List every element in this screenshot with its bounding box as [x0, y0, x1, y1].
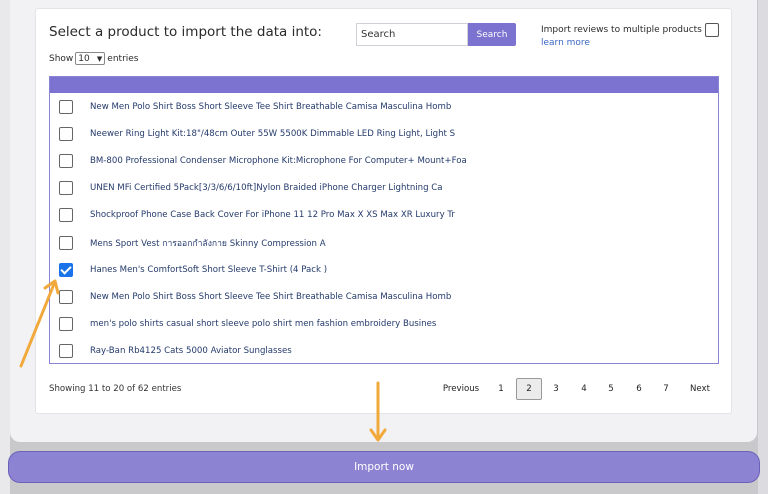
products-table: New Men Polo Shirt Boss Short Sleeve Tee…	[49, 76, 719, 364]
pagination-page-3[interactable]: 3	[550, 378, 562, 400]
table-row[interactable]: Hanes Men's ComfortSoft Short Sleeve T-S…	[50, 256, 718, 283]
pagination-page-4[interactable]: 4	[578, 378, 590, 400]
product-name: Hanes Men's ComfortSoft Short Sleeve T-S…	[90, 264, 328, 275]
pagination-next[interactable]: Next	[686, 378, 714, 400]
table-row[interactable]: New Men Polo Shirt Boss Short Sleeve Tee…	[50, 93, 718, 120]
entries-label: entries	[107, 53, 139, 64]
row-checkbox[interactable]	[59, 99, 73, 114]
pagination-page-7[interactable]: 7	[660, 378, 672, 400]
pagination-previous[interactable]: Previous	[437, 378, 485, 400]
background-left	[0, 0, 10, 494]
row-checkbox[interactable]	[59, 153, 73, 168]
show-label: Show	[49, 53, 74, 64]
row-checkbox[interactable]	[59, 181, 73, 196]
product-name: UNEN MFi Certified 5Pack[3/3/6/6/10ft]Ny…	[90, 183, 443, 194]
dialog-heading: Select a product to import the data into…	[49, 24, 322, 40]
entries-select[interactable]: 10 ▼	[75, 52, 106, 65]
annotation-arrow-import	[369, 381, 387, 442]
pagination-page-2[interactable]: 2	[516, 378, 542, 400]
import-reviews-label: Import reviews to multiple products	[541, 25, 702, 35]
table-row[interactable]: Neewer Ring Light Kit:18"/48cm Outer 55W…	[50, 120, 718, 147]
table-row[interactable]: Mens Sport Vest การออกกำลังกาย Skinny Co…	[50, 229, 718, 256]
table-row[interactable]: Shockproof Phone Case Back Cover For iPh…	[50, 202, 718, 229]
import-now-button[interactable]: Import now	[8, 451, 760, 483]
product-name: Ray-Ban Rb4125 Cats 5000 Aviator Sunglas…	[90, 346, 292, 357]
product-name: men's polo shirts casual short sleeve po…	[90, 319, 437, 330]
row-checkbox[interactable]	[59, 126, 73, 141]
table-row[interactable]: Ray-Ban Rb4125 Cats 5000 Aviator Sunglas…	[50, 338, 718, 365]
pagination-page-6[interactable]: 6	[633, 378, 645, 400]
row-checkbox[interactable]	[59, 262, 73, 277]
import-dialog: Select a product to import the data into…	[10, 0, 757, 442]
product-select-card: Select a product to import the data into…	[35, 8, 732, 414]
annotation-arrow-checkbox	[19, 279, 60, 368]
table-row[interactable]: BM-800 Professional Condenser Microphone…	[50, 147, 718, 174]
product-name: Shockproof Phone Case Back Cover For iPh…	[90, 210, 455, 221]
learn-more-link[interactable]: learn more	[541, 38, 590, 48]
search-input[interactable]	[356, 23, 468, 46]
table-header	[50, 77, 718, 93]
search-button[interactable]: Search	[468, 23, 516, 46]
pagination-page-1[interactable]: 1	[495, 378, 507, 400]
import-reviews-checkbox[interactable]	[705, 23, 719, 37]
table-row[interactable]: men's polo shirts casual short sleeve po…	[50, 311, 718, 338]
table-row[interactable]: UNEN MFi Certified 5Pack[3/3/6/6/10ft]Ny…	[50, 175, 718, 202]
background-right	[758, 0, 768, 494]
table-row[interactable]: New Men Polo Shirt Boss Short Sleeve Tee…	[50, 283, 718, 310]
entries-select-value: 10	[78, 53, 90, 64]
chevron-down-icon: ▼	[96, 54, 103, 63]
row-checkbox[interactable]	[59, 208, 73, 223]
pagination-page-5[interactable]: 5	[605, 378, 617, 400]
product-name: BM-800 Professional Condenser Microphone…	[90, 155, 467, 166]
product-name: New Men Polo Shirt Boss Short Sleeve Tee…	[90, 291, 452, 302]
product-name: New Men Polo Shirt Boss Short Sleeve Tee…	[90, 101, 452, 112]
row-checkbox[interactable]	[59, 235, 73, 250]
entries-length-control: Show 10 ▼ entries	[49, 52, 139, 65]
product-name: Mens Sport Vest การออกกำลังกาย Skinny Co…	[90, 238, 326, 249]
product-name: Neewer Ring Light Kit:18"/48cm Outer 55W…	[90, 128, 456, 139]
